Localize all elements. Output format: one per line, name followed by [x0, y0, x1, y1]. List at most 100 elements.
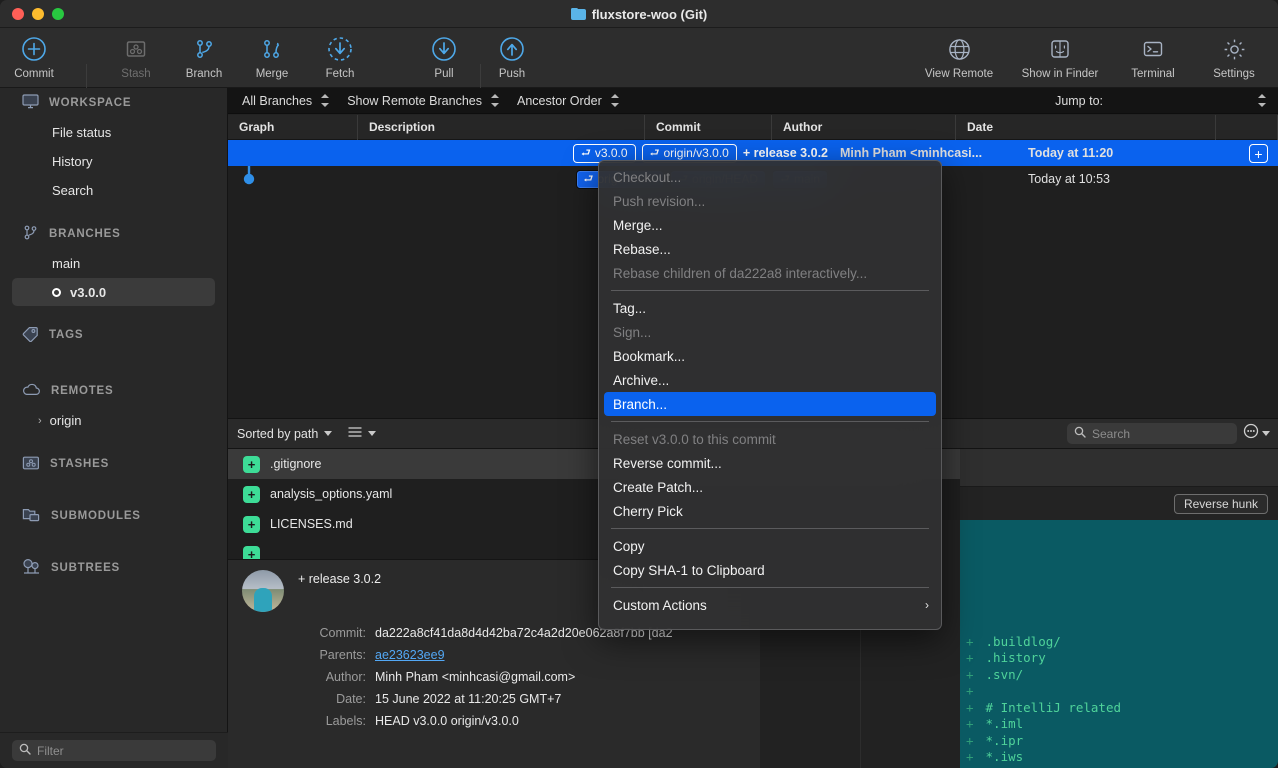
menu-item-cherry-pick[interactable]: Cherry Pick	[599, 499, 941, 523]
branch-filter-dropdown[interactable]: All Branches	[242, 94, 330, 108]
minimize-button[interactable]	[32, 7, 44, 20]
menu-item-custom-actions[interactable]: Custom Actions ›	[599, 593, 941, 617]
menu-item-copy-sha[interactable]: Copy SHA-1 to Clipboard	[599, 558, 941, 582]
sourcetree-window: fluxstore-woo (Git) Commit Stash Branch …	[0, 0, 1278, 768]
sidebar: WORKSPACE File status History Search BRA…	[0, 88, 228, 768]
fetch-button[interactable]: Fetch	[306, 28, 374, 88]
menu-item-reverse-commit[interactable]: Reverse commit...	[599, 451, 941, 475]
sort-dropdown[interactable]: Sorted by path	[237, 427, 333, 441]
graph-cell	[228, 166, 358, 192]
column-header-date[interactable]: Date	[956, 114, 1216, 140]
search-icon	[19, 743, 31, 758]
metadata-key: Author:	[325, 670, 366, 684]
push-button[interactable]: Push	[478, 28, 546, 88]
reverse-hunk-button[interactable]: Reverse hunk	[1173, 493, 1268, 514]
toolbar-label: Push	[498, 68, 526, 80]
metadata-row: Labels: HEAD v3.0.0 origin/v3.0.0	[298, 710, 673, 732]
menu-item-bookmark[interactable]: Bookmark...	[599, 344, 941, 368]
sidebar-section-remotes[interactable]: REMOTES	[0, 376, 227, 406]
menu-item-branch[interactable]: Branch...	[604, 392, 936, 416]
sidebar-item-label: File status	[52, 125, 112, 140]
diff-line: + *.ipr	[760, 732, 1278, 749]
sidebar-section-subtrees[interactable]: SUBTREES	[0, 553, 227, 583]
sidebar-item-label: Search	[52, 183, 94, 198]
diff-options-button[interactable]	[1243, 423, 1270, 444]
menu-item-copy[interactable]: Copy	[599, 534, 941, 558]
author-cell: Minh Pham <minhcasi...	[840, 146, 983, 160]
toolbar-label: Branch	[185, 68, 223, 80]
main-toolbar: Commit Stash Branch Merge Fetch Pull Pus…	[0, 28, 1278, 88]
jump-to-label: Jump to:	[1055, 93, 1103, 108]
parent-commit-link[interactable]: ae23623ee9	[375, 648, 445, 662]
toolbar-label: Pull	[434, 68, 454, 80]
pull-button[interactable]: Pull	[410, 28, 478, 88]
sidebar-item-search[interactable]: Search	[0, 176, 227, 205]
commit-button[interactable]: Commit	[0, 28, 68, 88]
sidebar-filter-bar: Filter	[0, 732, 228, 768]
date-cell: Today at 11:20	[1028, 146, 1114, 160]
sidebar-section-branches[interactable]: BRANCHES	[0, 219, 227, 249]
sidebar-item-file-status[interactable]: File status	[0, 118, 227, 147]
sidebar-item-origin[interactable]: › origin	[0, 406, 227, 435]
column-header-author[interactable]: Author	[772, 114, 956, 140]
stash-button[interactable]: Stash	[102, 28, 170, 88]
diff-sign: +	[966, 749, 974, 765]
column-header-spacer	[1216, 114, 1278, 140]
globe-icon	[944, 34, 974, 64]
branch-glyph-icon: ⮐	[580, 146, 591, 159]
remote-branches-dropdown[interactable]: Show Remote Branches	[347, 94, 499, 108]
branch-button[interactable]: Branch	[170, 28, 238, 88]
menu-separator	[611, 421, 929, 422]
diff-search-input[interactable]: Search	[1067, 423, 1237, 444]
sidebar-section-tags[interactable]: TAGS	[0, 320, 227, 350]
chevron-right-icon: ›	[925, 598, 929, 612]
menu-item-merge[interactable]: Merge...	[599, 213, 941, 237]
diff-toolbar: Search	[960, 418, 1278, 449]
show-in-finder-button[interactable]: Show in Finder	[1008, 28, 1112, 88]
sidebar-filter-input[interactable]: Filter	[12, 740, 216, 761]
view-mode-dropdown[interactable]	[348, 426, 377, 441]
menu-item-rebase[interactable]: Rebase...	[599, 237, 941, 261]
history-filter-bar: All Branches Show Remote Branches Ancest…	[228, 88, 1278, 114]
menu-item-tag[interactable]: Tag...	[599, 296, 941, 320]
stash-box-icon	[22, 455, 40, 474]
file-added-icon: +	[243, 515, 260, 533]
diff-text: .svn/	[985, 666, 1024, 682]
merge-button[interactable]: Merge	[238, 28, 306, 88]
graph-cell	[228, 140, 358, 166]
stepper-icon	[321, 94, 330, 107]
menu-item-label: Custom Actions	[613, 597, 707, 613]
column-header-description[interactable]: Description	[358, 114, 645, 140]
menu-item-archive[interactable]: Archive...	[599, 368, 941, 392]
toolbar-label: Merge	[255, 68, 289, 80]
close-button[interactable]	[12, 7, 24, 20]
diff-line: + # IntelliJ related	[760, 699, 1278, 716]
settings-button[interactable]: Settings	[1194, 28, 1274, 88]
diff-text: *.iws	[985, 749, 1024, 765]
sidebar-item-v300[interactable]: v3.0.0	[12, 278, 215, 306]
terminal-button[interactable]: Terminal	[1112, 28, 1194, 88]
chevron-right-icon[interactable]: ›	[38, 415, 42, 427]
sidebar-section-stashes[interactable]: STASHES	[0, 449, 227, 479]
chevron-down-icon	[324, 431, 333, 436]
toolbar-label: Terminal	[1131, 68, 1175, 80]
view-remote-button[interactable]: View Remote	[910, 28, 1008, 88]
sidebar-item-history[interactable]: History	[0, 147, 227, 176]
column-header-graph[interactable]: Graph	[228, 114, 358, 140]
sidebar-section-workspace[interactable]: WORKSPACE	[0, 88, 227, 118]
pull-circle-down-icon	[429, 34, 459, 64]
jump-to-dropdown[interactable]: Jump to:	[1055, 94, 1266, 108]
column-header-commit[interactable]: Commit	[645, 114, 772, 140]
order-dropdown[interactable]: Ancestor Order	[517, 94, 619, 108]
add-commit-button[interactable]: +	[1249, 144, 1268, 163]
menu-item-create-patch[interactable]: Create Patch...	[599, 475, 941, 499]
ellipsis-circle-icon	[1243, 423, 1259, 444]
maximize-button[interactable]	[52, 7, 64, 20]
commit-context-menu[interactable]: Checkout... Push revision... Merge... Re…	[598, 160, 942, 630]
diff-line: + .buildlog/	[760, 633, 1278, 650]
file-added-icon: +	[243, 485, 260, 503]
sidebar-item-main[interactable]: main	[0, 249, 227, 278]
sidebar-section-submodules[interactable]: SUBMODULES	[0, 501, 227, 531]
toolbar-label: Settings	[1213, 68, 1255, 80]
